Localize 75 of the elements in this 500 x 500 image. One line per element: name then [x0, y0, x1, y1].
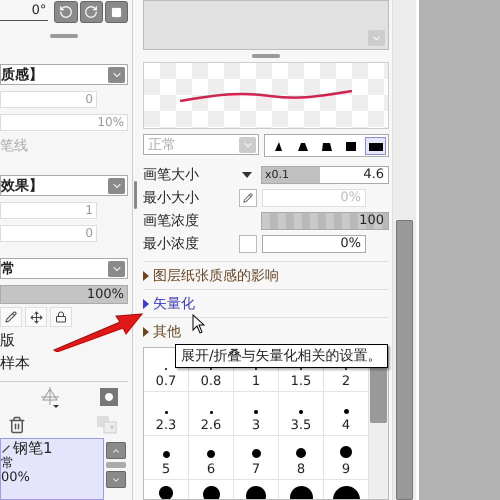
record-icon[interactable] — [100, 388, 118, 406]
dropdown[interactable]: 常 — [0, 258, 128, 279]
size-option[interactable]: 2.6 — [189, 392, 234, 436]
square-icon — [110, 6, 122, 18]
splitter-handle[interactable] — [134, 181, 137, 209]
size-option[interactable]: 3.5 — [279, 392, 324, 436]
dot-icon — [252, 449, 260, 458]
move-button[interactable] — [25, 307, 47, 327]
dot-icon — [202, 486, 220, 499]
param-label: 最小浓度 — [143, 234, 200, 252]
dot-icon — [162, 451, 170, 458]
lock-button[interactable] — [50, 307, 72, 327]
caret-icon — [239, 136, 256, 152]
scroll-up-button[interactable] — [106, 442, 126, 459]
caret-icon — [108, 178, 125, 194]
dot-icon — [254, 410, 258, 414]
layer-item[interactable]: 钢笔1 常 00% — [0, 438, 104, 500]
trash-icon[interactable] — [8, 416, 26, 434]
cursor-icon — [192, 314, 206, 334]
dot-icon — [164, 411, 168, 414]
rotate-left-icon — [58, 5, 73, 19]
section-toggle[interactable]: 矢量化 — [143, 289, 389, 317]
tooltip: 展开/折叠与矢量化相关的设置。 — [175, 344, 388, 368]
dot-icon — [299, 410, 303, 414]
stop-button[interactable] — [104, 1, 128, 23]
size-option[interactable]: 3 — [234, 392, 279, 436]
layer-opacity: 00% — [1, 471, 31, 485]
size-option[interactable]: 7 — [234, 436, 279, 480]
dropdown[interactable]: 质感】 — [0, 64, 128, 85]
size-option[interactable]: 6 — [189, 436, 234, 480]
dropdown[interactable]: 效果】 — [0, 175, 128, 196]
rotate-right-icon — [84, 5, 98, 19]
compass-icon[interactable] — [38, 385, 62, 409]
pencil-icon — [5, 311, 17, 323]
option-label: 样本 — [0, 353, 31, 373]
option-label: 版 — [0, 330, 16, 351]
lock-icon — [55, 311, 67, 323]
move-icon — [30, 310, 42, 324]
layer-name: 钢笔1 — [13, 441, 53, 455]
density-slider[interactable]: 100 — [261, 212, 389, 230]
scroll-thumb[interactable] — [106, 462, 126, 468]
layer-blend: 常 — [1, 457, 15, 471]
dot-icon — [296, 448, 306, 458]
size-option[interactable]: 2.3 — [144, 392, 189, 436]
opacity-bar[interactable]: 100% — [0, 285, 128, 304]
rotate-right-button[interactable] — [80, 1, 103, 23]
section-toggle[interactable]: 图层纸张质感的影响 — [143, 261, 389, 289]
splitter-handle[interactable] — [252, 54, 280, 58]
dot-icon — [207, 450, 215, 458]
size-option[interactable]: 5 — [144, 436, 189, 480]
setting-label: 笔线 — [0, 137, 29, 155]
splitter-handle[interactable] — [50, 34, 78, 38]
caret-icon — [108, 260, 125, 276]
scroll-down-button[interactable] — [106, 471, 126, 488]
input-field[interactable]: 0% — [262, 234, 366, 252]
param-label: 最小大小 — [143, 188, 200, 206]
pressure-button[interactable] — [239, 188, 257, 206]
scroll-thumb[interactable] — [396, 220, 413, 500]
param-label: 画笔大小 — [143, 166, 200, 184]
checkbox[interactable] — [239, 234, 257, 252]
dot-icon — [159, 486, 173, 499]
pencil-button[interactable] — [0, 307, 22, 327]
size-option[interactable]: 8 — [279, 436, 324, 480]
rotate-left-button[interactable] — [54, 1, 78, 23]
caret-icon — [108, 66, 125, 82]
angle-field[interactable]: 0° — [0, 3, 48, 21]
param-label: 画笔浓度 — [143, 212, 200, 230]
tip-shape-button[interactable] — [365, 136, 386, 154]
dot-icon — [210, 411, 212, 414]
triangle-icon[interactable] — [242, 172, 252, 178]
dot-icon — [340, 446, 352, 458]
pen-icon — [1, 443, 11, 453]
dot-icon — [344, 409, 348, 414]
pencil-icon — [243, 192, 253, 202]
size-slider[interactable]: x0.1 4.6 — [261, 166, 389, 184]
